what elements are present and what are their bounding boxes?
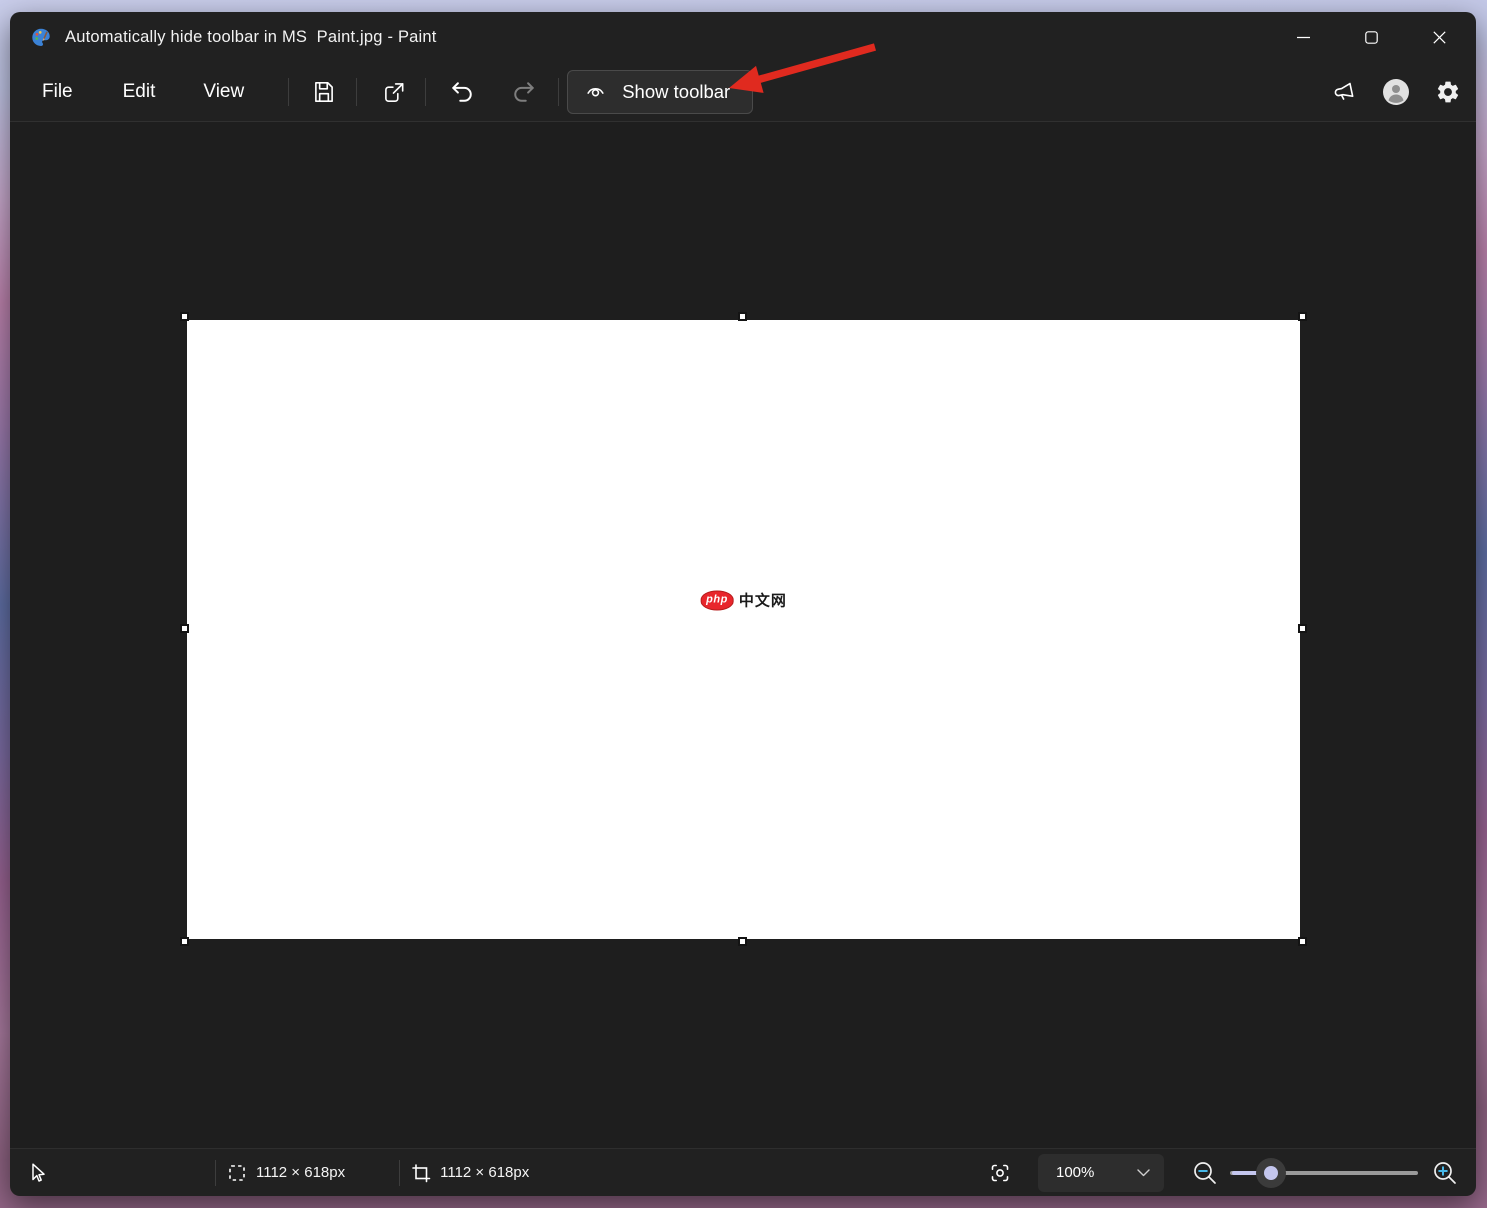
statusbar-separator <box>399 1160 400 1186</box>
statusbar-separator <box>215 1160 216 1186</box>
minimize-icon <box>1297 31 1310 44</box>
menubar-separator <box>425 78 426 106</box>
selection-handle-middle-left[interactable] <box>180 624 189 633</box>
zoom-dropdown[interactable]: 100% <box>1038 1154 1164 1192</box>
close-button[interactable] <box>1416 17 1462 57</box>
chevron-down-icon <box>1137 1169 1150 1177</box>
selection-size-icon <box>226 1162 248 1184</box>
gear-icon <box>1435 79 1461 105</box>
pointer-icon <box>26 1161 50 1185</box>
drawing-canvas[interactable]: php 中文网 <box>187 320 1300 939</box>
zoom-slider-thumb[interactable] <box>1256 1158 1286 1188</box>
close-icon <box>1433 31 1446 44</box>
eye-icon <box>584 81 607 102</box>
fit-to-window-icon <box>988 1161 1012 1185</box>
selection-handle-middle-right[interactable] <box>1298 624 1307 633</box>
share-icon <box>381 79 407 105</box>
selection-handle-top-center[interactable] <box>738 312 747 321</box>
menubar-separator <box>558 78 559 106</box>
show-toolbar-button[interactable]: Show toolbar <box>567 70 753 114</box>
menu-view[interactable]: View <box>199 75 248 109</box>
watermark: php 中文网 <box>700 590 787 611</box>
megaphone-icon <box>1329 76 1360 107</box>
watermark-text: 中文网 <box>739 590 787 611</box>
save-button[interactable] <box>306 74 342 110</box>
selection-handle-bottom-left[interactable] <box>180 937 189 946</box>
statusbar: 1112 × 618px 1112 × 618px <box>10 1148 1476 1196</box>
share-button[interactable] <box>376 74 412 110</box>
selection-size-value: 1112 × 618px <box>256 1164 345 1181</box>
maximize-icon <box>1365 31 1378 44</box>
menu-file[interactable]: File <box>38 75 77 109</box>
zoom-level-value: 100% <box>1056 1164 1137 1181</box>
menubar-right-group <box>1324 72 1468 112</box>
redo-button[interactable] <box>506 74 542 110</box>
zoom-in-icon <box>1431 1159 1459 1187</box>
selection-handle-bottom-center[interactable] <box>738 937 747 946</box>
canvas-size-icon <box>410 1162 432 1184</box>
zoom-slider[interactable] <box>1230 1156 1418 1190</box>
minimize-button[interactable] <box>1280 17 1326 57</box>
zoom-out-button[interactable] <box>1188 1156 1222 1190</box>
selection-handle-top-right[interactable] <box>1298 312 1307 321</box>
canvas-size-value: 1112 × 618px <box>440 1164 529 1181</box>
save-icon <box>311 79 337 105</box>
canvas-area: php 中文网 <box>10 122 1476 1148</box>
feedback-button[interactable] <box>1324 72 1364 112</box>
maximize-button[interactable] <box>1348 17 1394 57</box>
paint-logo-icon <box>30 26 52 48</box>
menubar-separator <box>356 78 357 106</box>
php-badge: php <box>700 590 734 610</box>
undo-button[interactable] <box>444 74 480 110</box>
window-title: Automatically hide toolbar in MS Paint.j… <box>65 28 437 47</box>
window-controls <box>1280 12 1462 62</box>
person-icon <box>1381 77 1411 107</box>
zoom-out-icon <box>1191 1159 1219 1187</box>
selection-handle-bottom-right[interactable] <box>1298 937 1307 946</box>
settings-button[interactable] <box>1428 72 1468 112</box>
show-toolbar-label: Show toolbar <box>622 81 730 103</box>
fit-to-window-button[interactable] <box>982 1155 1018 1191</box>
menubar: File Edit View <box>10 62 1476 122</box>
paint-window: Automatically hide toolbar in MS Paint.j… <box>10 12 1476 1196</box>
account-button[interactable] <box>1376 72 1416 112</box>
titlebar[interactable]: Automatically hide toolbar in MS Paint.j… <box>10 12 1476 62</box>
undo-icon <box>448 78 476 106</box>
menubar-separator <box>288 78 289 106</box>
zoom-in-button[interactable] <box>1428 1156 1462 1190</box>
selection-handle-top-left[interactable] <box>180 312 189 321</box>
desktop: Automatically hide toolbar in MS Paint.j… <box>0 0 1487 1208</box>
menu-edit[interactable]: Edit <box>119 75 160 109</box>
redo-icon <box>510 78 538 106</box>
